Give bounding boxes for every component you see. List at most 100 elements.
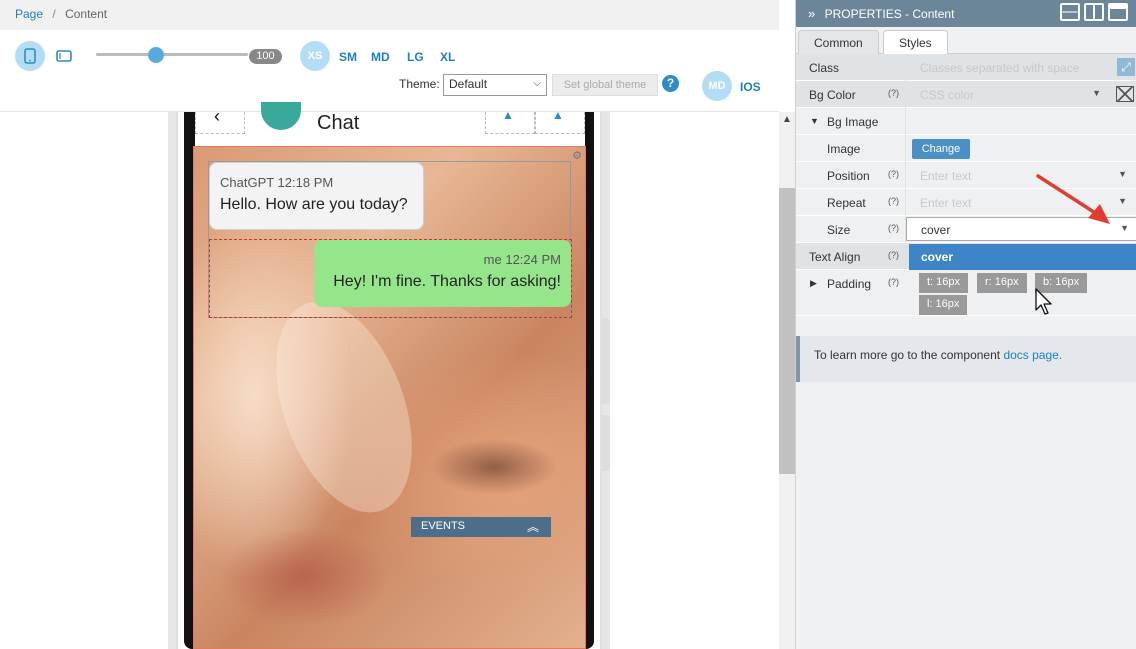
layout-columns-icon[interactable]: [1084, 3, 1104, 21]
phone-icon: [24, 48, 36, 64]
chevron-down-icon: ⌵: [533, 78, 541, 89]
position-placeholder: Enter text: [920, 169, 972, 183]
layout-detach-icon[interactable]: [1108, 3, 1128, 21]
docs-info-text: To learn more go to the component: [814, 348, 1004, 362]
events-toggle-bar[interactable]: EVENTS ︽: [411, 517, 551, 537]
panel-tabs: Common Styles: [796, 27, 1136, 55]
speaker-icon: ▲: [502, 108, 514, 122]
class-placeholder: Classes separated with space: [920, 61, 1080, 75]
breakpoint-xl-button[interactable]: XL: [440, 50, 455, 64]
zoom-slider-handle[interactable]: [147, 47, 164, 63]
outgoing-message-meta: me 12:24 PM: [483, 252, 561, 267]
breadcrumb-separator: /: [52, 7, 56, 21]
incoming-message-text: Hello. How are you today?: [220, 196, 408, 213]
property-row-class: Class Classes separated with space ⤢: [796, 54, 1136, 81]
incoming-message-bubble[interactable]: ChatGPT 12:18 PM Hello. How are you toda…: [209, 162, 424, 230]
theme-label: Theme:: [399, 77, 440, 91]
breadcrumb-page-link[interactable]: Page: [15, 7, 43, 21]
panel-header: » PROPERTIES - Content: [796, 0, 1136, 27]
repeat-placeholder: Enter text: [920, 196, 972, 210]
header-action-button[interactable]: ▲: [535, 108, 585, 134]
tab-styles[interactable]: Styles: [883, 30, 948, 55]
size-dropdown-option-cover[interactable]: cover: [909, 244, 1136, 270]
events-label: EVENTS: [421, 520, 466, 532]
mute-icon: ▲: [552, 108, 564, 122]
image-value: Change: [905, 135, 1136, 162]
annotation-arrow-icon: [1036, 174, 1110, 224]
docs-info-box: To learn more go to the component docs p…: [796, 336, 1136, 382]
designer-toolbar: 100 XS SM MD LG XL Theme: Default ⌵ Set …: [0, 30, 779, 112]
breakpoint-md-button[interactable]: MD: [371, 50, 390, 64]
breakpoint-lg-button[interactable]: LG: [407, 50, 424, 64]
no-color-icon[interactable]: [1116, 86, 1134, 102]
device-side-tab: [602, 318, 610, 404]
platform-ios-button[interactable]: IOS: [740, 80, 761, 94]
theme-select-value: Default: [449, 77, 488, 91]
bg-color-placeholder: CSS color: [920, 88, 975, 102]
content-component[interactable]: ⚙ ChatGPT 12:18 PM Hello. How are you to…: [193, 146, 586, 649]
tablet-landscape-icon: [56, 50, 72, 62]
platform-md-button[interactable]: MD: [702, 71, 732, 101]
property-label-bg-color: Bg Color: [809, 88, 856, 102]
repeat-help-icon[interactable]: (?): [888, 196, 899, 206]
device-side-tab: [602, 415, 610, 471]
properties-panel: » PROPERTIES - Content Common Styles Cla…: [795, 0, 1136, 649]
collapse-triangle-icon[interactable]: ▼: [810, 116, 819, 126]
docs-page-link[interactable]: docs page.: [1003, 348, 1062, 362]
bg-color-help-icon[interactable]: (?): [888, 88, 899, 98]
designer-area: Page / Content 100 XS SM MD LG XL Theme:…: [0, 0, 795, 649]
change-image-button[interactable]: Change: [912, 139, 970, 159]
property-row-bg-image[interactable]: ▼ Bg Image: [796, 108, 1136, 135]
scrollbar-thumb[interactable]: [779, 188, 795, 474]
property-row-image: Image Change: [796, 135, 1136, 162]
outgoing-message-text: Hey! I'm fine. Thanks for asking!: [333, 273, 561, 290]
property-row-bg-color: Bg Color (?) CSS color ▼: [796, 81, 1136, 108]
expand-triangle-icon[interactable]: ▶: [810, 278, 817, 289]
padding-top-chip[interactable]: t: 16px: [919, 273, 969, 293]
property-label-image: Image: [827, 142, 861, 156]
panel-layout-controls: [1060, 3, 1128, 21]
tablet-view-button[interactable]: [56, 50, 72, 65]
padding-left-chip[interactable]: l: 16px: [919, 295, 968, 315]
chevron-down-icon: ▼: [1120, 223, 1129, 233]
set-global-theme-button[interactable]: Set global theme: [552, 74, 658, 96]
tab-common[interactable]: Common: [798, 30, 879, 54]
layout-rows-icon[interactable]: [1060, 3, 1080, 21]
zoom-slider[interactable]: [96, 47, 248, 63]
padding-help-icon[interactable]: (?): [888, 277, 899, 287]
theme-select[interactable]: Default ⌵: [443, 74, 547, 96]
bg-color-select[interactable]: CSS color ▼: [905, 81, 1136, 108]
property-label-position: Position: [827, 169, 870, 183]
size-help-icon[interactable]: (?): [888, 223, 899, 233]
canvas-scrollbar[interactable]: ▲: [779, 112, 795, 649]
back-arrow-icon: ‹: [214, 106, 220, 126]
expand-icon[interactable]: ⤢: [1117, 58, 1135, 76]
position-help-icon[interactable]: (?): [888, 169, 899, 179]
property-label-size: Size: [827, 223, 851, 237]
scroll-up-icon[interactable]: ▲: [782, 114, 792, 125]
breadcrumb: Page / Content: [0, 0, 779, 30]
help-icon[interactable]: ?: [662, 75, 679, 92]
property-label-class: Class: [809, 61, 840, 75]
class-input[interactable]: Classes separated with space ⤢: [905, 54, 1136, 81]
breakpoint-sm-button[interactable]: SM: [339, 50, 357, 64]
header-action-button[interactable]: ▲: [485, 108, 535, 134]
breadcrumb-current: Content: [65, 7, 108, 21]
size-select-value: cover: [921, 223, 951, 237]
collapse-panel-icon[interactable]: »: [808, 6, 815, 21]
text-align-help-icon[interactable]: (?): [888, 250, 899, 260]
property-label-text-align: Text Align: [809, 250, 861, 264]
back-button[interactable]: ‹: [195, 106, 245, 134]
phone-view-button[interactable]: [15, 41, 45, 71]
chevron-up-double-icon: ︽: [526, 520, 539, 534]
padding-right-chip[interactable]: r: 16px: [977, 273, 1027, 293]
outgoing-message-bubble[interactable]: me 12:24 PM Hey! I'm fine. Thanks for as…: [314, 240, 571, 307]
chat-header: ‹ Chat ▲ ▲: [195, 102, 585, 146]
gear-icon[interactable]: ⚙: [572, 149, 582, 162]
property-label-padding: Padding: [827, 277, 872, 291]
breakpoint-xs-button[interactable]: XS: [300, 41, 330, 71]
chat-title: Chat: [317, 112, 360, 134]
mouse-cursor-icon: [1035, 288, 1052, 315]
bg-image-value: [905, 108, 1136, 135]
chevron-down-icon: ▼: [1092, 88, 1101, 98]
